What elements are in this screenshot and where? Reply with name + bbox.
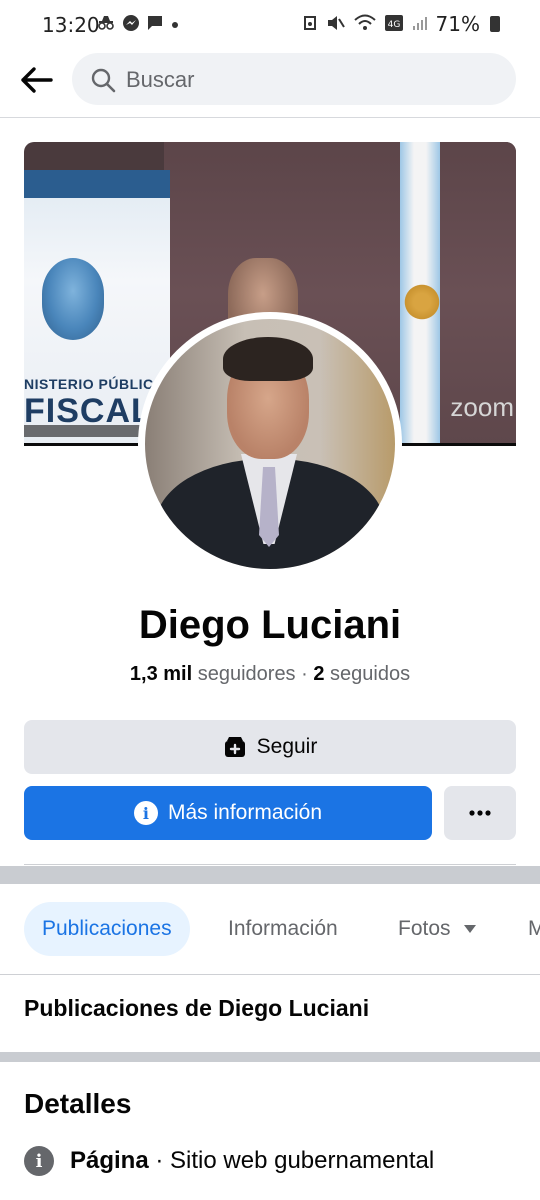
search-input[interactable]: Buscar: [72, 53, 516, 105]
zoom-watermark: zoom: [450, 392, 514, 422]
wifi-icon: [353, 14, 376, 35]
tab-informacion[interactable]: Información: [228, 902, 338, 956]
more-options-button[interactable]: [444, 786, 516, 840]
battery-icon: [490, 16, 500, 32]
profile-picture[interactable]: [138, 312, 402, 576]
arrow-left-icon: [21, 67, 53, 93]
profile-name: Diego Luciani: [138, 603, 402, 647]
search-icon: [91, 68, 116, 93]
info-icon: i: [133, 801, 158, 825]
followers-line[interactable]: 1,3 mil seguidores · 2 seguidos: [0, 663, 540, 686]
alarm-icon: [302, 14, 318, 35]
posts-section-heading: Publicaciones de Diego Luciani: [24, 995, 370, 1021]
info-circle-icon: i: [24, 1146, 54, 1176]
followers-separator: ·: [301, 663, 308, 685]
following-count: 2: [313, 663, 325, 685]
tab-fotos-label: Fotos: [398, 917, 451, 940]
follow-button[interactable]: Seguir: [24, 720, 516, 774]
profile-photo: [145, 319, 395, 569]
svg-text:4G: 4G: [387, 20, 400, 30]
tab-fotos[interactable]: Fotos: [398, 902, 477, 956]
signal-icon: [412, 15, 428, 34]
more-info-button-label: Más información: [167, 801, 323, 824]
following-label: seguidos: [330, 663, 411, 685]
tab-more[interactable]: M: [528, 902, 540, 956]
more-dots-icon: [469, 810, 491, 816]
search-placeholder: Buscar: [126, 67, 195, 92]
details-heading: Detalles: [24, 1088, 132, 1119]
section-separator-2: [0, 1052, 540, 1062]
follow-page-icon: [224, 737, 245, 757]
detail-separator: ·: [155, 1147, 164, 1174]
flag-sun-image: [402, 282, 442, 322]
followers-count: 1,3 mil: [129, 663, 193, 685]
incognito-icon: [96, 15, 116, 37]
status-icons-right: 4G 71%: [302, 12, 500, 36]
caret-down-icon: [463, 925, 476, 933]
messenger-icon: [122, 14, 140, 38]
back-button[interactable]: [16, 60, 56, 100]
status-icons-left: [96, 14, 180, 38]
detail-type: Página: [70, 1147, 149, 1174]
tab-publicaciones[interactable]: Publicaciones: [24, 902, 190, 956]
banner-text-line1: NISTERIO PÚBLICO: [24, 376, 166, 392]
battery-percent: 71%: [435, 12, 480, 36]
dot-icon: [170, 16, 180, 36]
chat-icon: [146, 14, 164, 38]
search-bar-row: Buscar: [0, 50, 540, 116]
profile-tabs: Publicaciones Información Fotos M: [0, 884, 540, 974]
detail-value: Sitio web gubernamental: [170, 1147, 435, 1174]
mute-icon: [326, 14, 346, 35]
status-bar: 13:20 4G 71%: [0, 0, 540, 50]
detail-text: Página · Sitio web gubernamental: [70, 1147, 434, 1175]
coat-of-arms-image: [42, 258, 104, 340]
followers-label: seguidores: [197, 663, 296, 685]
more-info-button[interactable]: i Más información: [24, 786, 432, 840]
status-time: 13:20: [42, 13, 100, 37]
detail-row-category: i Página · Sitio web gubernamental: [24, 1146, 434, 1176]
volte-4g-icon: 4G: [384, 14, 404, 35]
header-divider: [0, 117, 540, 118]
section-separator: [0, 866, 540, 884]
follow-button-label: Seguir: [256, 735, 318, 758]
